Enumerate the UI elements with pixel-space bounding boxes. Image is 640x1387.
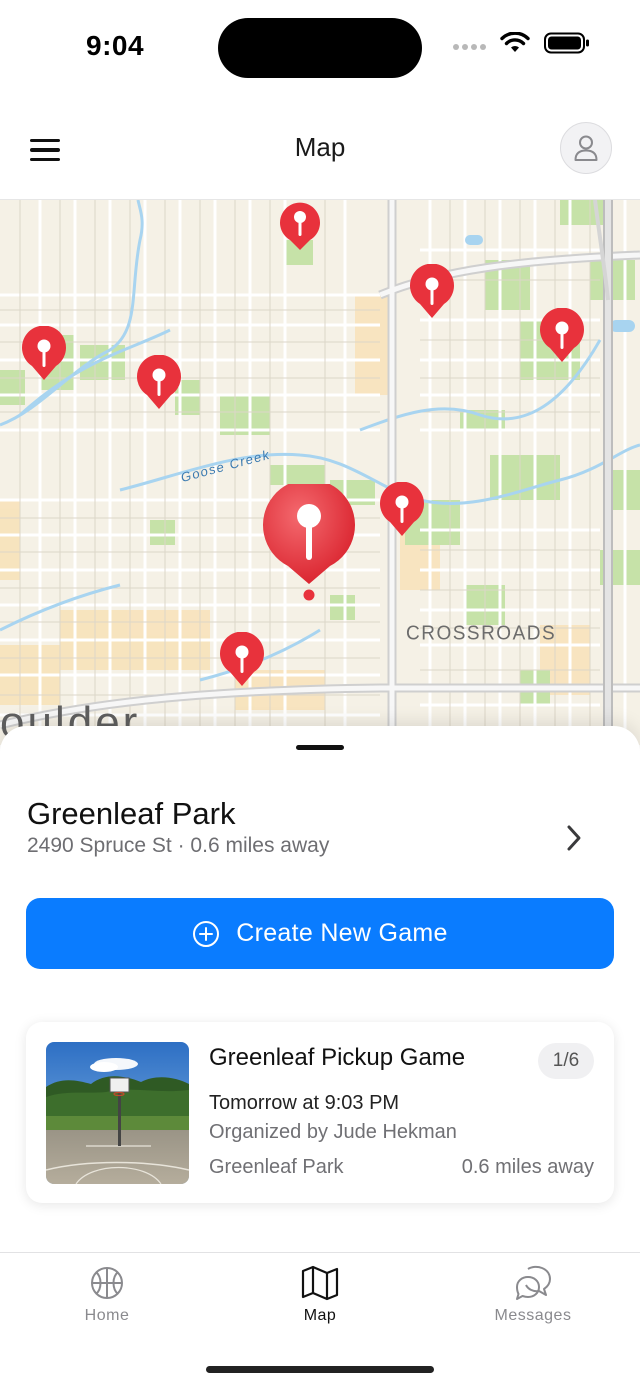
map-pin[interactable] <box>276 200 324 252</box>
game-distance: 0.6 miles away <box>461 1156 594 1178</box>
status-icons <box>453 32 590 54</box>
person-icon <box>574 135 598 161</box>
game-card[interactable]: Greenleaf Pickup Game 1/6 Tomorrow at 9:… <box>26 1022 614 1203</box>
status-time: 9:04 <box>86 30 145 61</box>
map-icon <box>301 1265 339 1301</box>
cellular-signal-icon <box>453 44 486 50</box>
map-pin[interactable] <box>20 326 68 382</box>
map-background <box>0 200 640 745</box>
create-new-game-button[interactable]: Create New Game <box>26 898 614 969</box>
home-indicator <box>206 1366 434 1373</box>
game-photo <box>46 1042 189 1184</box>
map-view[interactable]: CROSSROADS Goose Creek oulder <box>0 200 640 745</box>
basketball-icon <box>91 1267 123 1299</box>
map-pin[interactable] <box>408 264 456 320</box>
status-bar: 9:04 <box>0 0 640 100</box>
game-organizer: Organized by Jude Hekman <box>209 1121 457 1143</box>
game-location: Greenleaf Park <box>209 1156 344 1178</box>
chevron-right-icon[interactable] <box>564 824 584 852</box>
map-pin[interactable] <box>135 355 183 411</box>
create-new-game-label: Create New Game <box>236 919 448 947</box>
tab-map[interactable]: Map <box>250 1265 390 1325</box>
map-label-area: CROSSROADS <box>406 622 557 645</box>
map-pin[interactable] <box>378 482 426 538</box>
player-count-badge: 1/6 <box>538 1043 594 1079</box>
navigation-bar: Map <box>0 100 640 200</box>
selected-map-pin[interactable] <box>260 484 358 602</box>
map-pin[interactable] <box>538 308 586 364</box>
map-pin[interactable] <box>218 632 266 688</box>
page-title: Map <box>294 132 346 162</box>
wifi-icon <box>500 32 530 52</box>
tab-home-label: Home <box>84 1307 130 1324</box>
place-subtitle: 2490 Spruce St · 0.6 miles away <box>27 834 330 857</box>
game-title: Greenleaf Pickup Game <box>209 1044 466 1071</box>
place-name: Greenleaf Park <box>27 796 236 831</box>
dynamic-island <box>218 18 422 78</box>
tab-messages-label: Messages <box>494 1307 572 1324</box>
chat-bubbles-icon <box>516 1265 551 1300</box>
tab-map-label: Map <box>303 1307 337 1324</box>
sheet-grabber[interactable] <box>296 745 344 750</box>
tab-messages[interactable]: Messages <box>463 1265 603 1325</box>
tab-home[interactable]: Home <box>37 1265 177 1325</box>
profile-button[interactable] <box>560 122 612 174</box>
game-time: Tomorrow at 9:03 PM <box>209 1092 400 1114</box>
plus-circle-icon <box>193 920 220 947</box>
battery-icon <box>544 32 589 54</box>
